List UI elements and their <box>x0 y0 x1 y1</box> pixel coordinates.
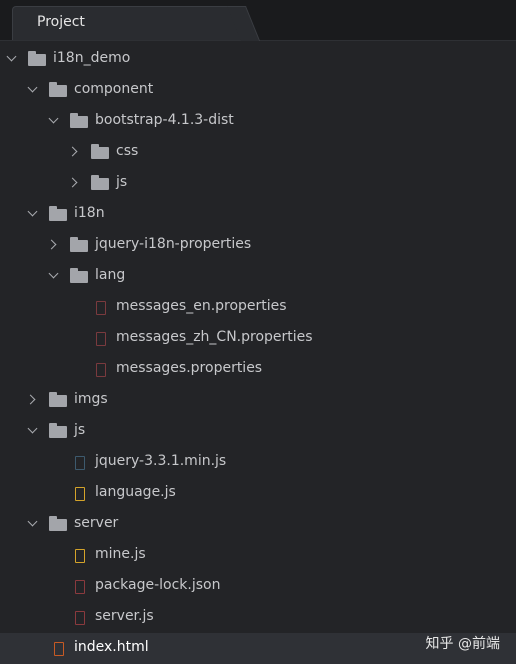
tree-item-label: mine.js <box>95 546 146 562</box>
folder-icon <box>28 51 46 66</box>
tree-item-label: js <box>116 174 128 190</box>
js-file-icon <box>75 611 85 625</box>
tree-item-label: component <box>74 81 154 97</box>
chevron-down-icon[interactable] <box>27 423 38 434</box>
tree-item-component[interactable]: component <box>0 75 516 106</box>
tree-item-messages-en[interactable]: messages_en.properties <box>0 292 516 323</box>
watermark-text: 知乎 @前端 <box>425 636 500 652</box>
tree-item-messages-zh-cn[interactable]: messages_zh_CN.properties <box>0 323 516 354</box>
tree-item-label: i18n_demo <box>53 50 131 66</box>
tree-item-label: imgs <box>74 391 108 407</box>
tree-item-label: lang <box>95 267 126 283</box>
chevron-down-icon[interactable] <box>6 51 17 62</box>
tree-item-i18n[interactable]: i18n <box>0 199 516 230</box>
tree-item-label: i18n <box>74 205 105 221</box>
tree-item-i18n-demo[interactable]: i18n_demo <box>0 44 516 75</box>
tree-item-jquery-min[interactable]: jquery-3.3.1.min.js <box>0 447 516 478</box>
tree-item-label: js <box>74 422 86 438</box>
tree-item-label: jquery-i18n-properties <box>95 236 252 252</box>
chevron-right-icon[interactable] <box>67 177 78 188</box>
tree-item-bootstrap-js[interactable]: js <box>0 168 516 199</box>
folder-icon <box>49 392 67 407</box>
tree-item-label: css <box>116 143 139 159</box>
tree-item-label: jquery-3.3.1.min.js <box>95 453 227 469</box>
properties-file-icon <box>96 332 106 346</box>
folder-icon <box>49 206 67 221</box>
tree-item-server-js[interactable]: server.js <box>0 602 516 633</box>
folder-icon <box>91 144 109 159</box>
tree-item-css[interactable]: css <box>0 137 516 168</box>
tree-item-label: index.html <box>74 639 149 655</box>
file-tree: i18n_demo component bootstrap-4.1.3-dist… <box>0 44 516 664</box>
tree-item-label: bootstrap-4.1.3-dist <box>95 112 234 128</box>
project-panel: Project i18n_demo component bootstrap-4.… <box>0 0 516 664</box>
chevron-down-icon[interactable] <box>48 113 59 124</box>
tree-item-label: server.js <box>95 608 154 624</box>
tree-item-label: messages_en.properties <box>116 298 287 314</box>
chevron-down-icon[interactable] <box>27 516 38 527</box>
tree-item-server[interactable]: server <box>0 509 516 540</box>
chevron-right-icon[interactable] <box>67 146 78 157</box>
tree-item-label: server <box>74 515 119 531</box>
tree-item-imgs[interactable]: imgs <box>0 385 516 416</box>
tree-item-jquery-i18n-properties[interactable]: jquery-i18n-properties <box>0 230 516 261</box>
js-file-icon <box>75 487 85 501</box>
html-file-icon <box>54 642 64 656</box>
chevron-down-icon[interactable] <box>27 206 38 217</box>
json-file-icon <box>75 580 85 594</box>
folder-icon <box>70 237 88 252</box>
tree-item-js[interactable]: js <box>0 416 516 447</box>
chevron-right-icon[interactable] <box>46 239 57 250</box>
folder-icon <box>49 423 67 438</box>
properties-file-icon <box>96 301 106 315</box>
folder-icon <box>49 516 67 531</box>
folder-icon <box>91 175 109 190</box>
chevron-right-icon[interactable] <box>25 394 36 405</box>
js-file-icon <box>75 456 85 470</box>
tab-project-label: Project <box>37 14 85 30</box>
tree-item-label: messages.properties <box>116 360 263 376</box>
tab-project[interactable]: Project <box>12 6 244 40</box>
folder-icon <box>49 82 67 97</box>
folder-icon <box>70 268 88 283</box>
properties-file-icon <box>96 363 106 377</box>
tree-item-mine-js[interactable]: mine.js <box>0 540 516 571</box>
tree-item-label: messages_zh_CN.properties <box>116 329 313 345</box>
tree-item-label: package-lock.json <box>95 577 221 593</box>
tab-bar: Project <box>0 0 516 41</box>
tree-item-label: language.js <box>95 484 176 500</box>
chevron-down-icon[interactable] <box>48 268 59 279</box>
folder-icon <box>70 113 88 128</box>
tree-item-package-lock[interactable]: package-lock.json <box>0 571 516 602</box>
js-file-icon <box>75 549 85 563</box>
tree-item-language-js[interactable]: language.js <box>0 478 516 509</box>
tree-item-messages[interactable]: messages.properties <box>0 354 516 385</box>
tree-item-bootstrap[interactable]: bootstrap-4.1.3-dist <box>0 106 516 137</box>
tree-item-lang[interactable]: lang <box>0 261 516 292</box>
chevron-down-icon[interactable] <box>27 82 38 93</box>
